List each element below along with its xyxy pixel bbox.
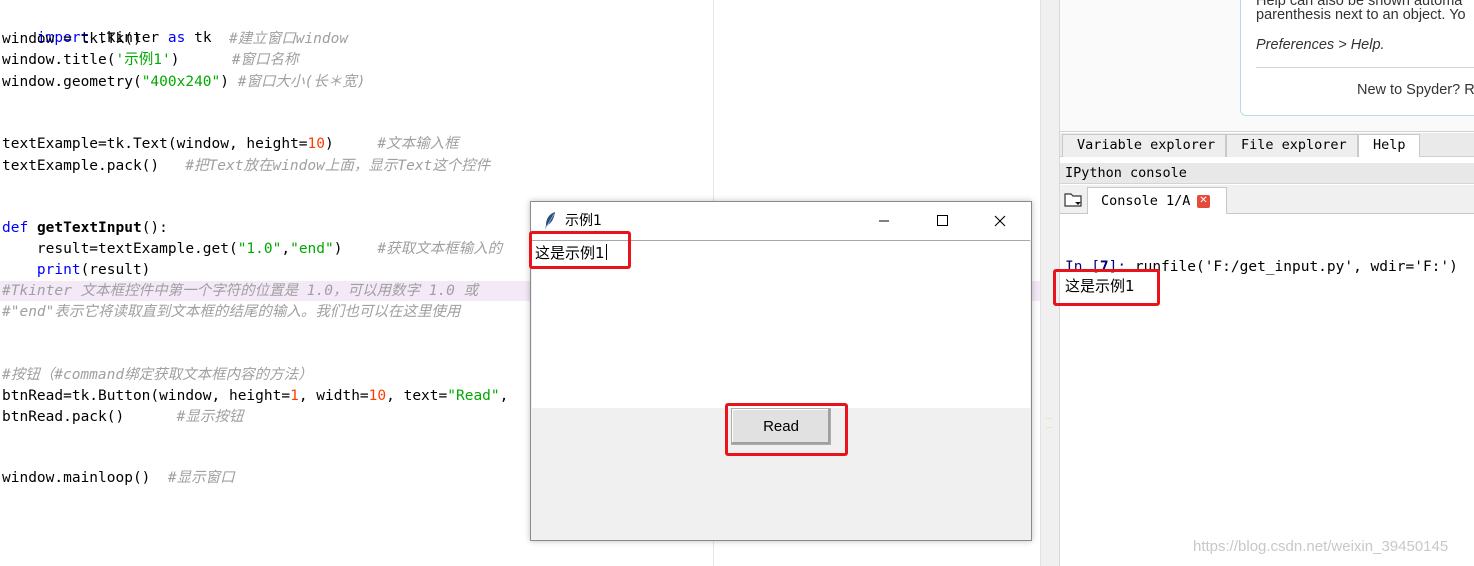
code-line-7: def getTextInput(): (2, 220, 168, 236)
string-literal: "Read" (447, 388, 500, 404)
string-literal: "1.0" (237, 241, 282, 257)
help-text-line-3: Preferences > Help. (1256, 37, 1385, 53)
console-output[interactable]: In [7]: runfile('F:/get_input.py', wdir=… (1060, 215, 1474, 566)
code-comment: #获取文本框输入的 (377, 241, 503, 257)
tab-help[interactable]: Help (1358, 134, 1420, 157)
code-comment: #窗口大小(长＊宽) (237, 74, 366, 90)
code-line-12: #按钮（#command绑定获取文本框内容的方法） (2, 367, 313, 383)
string-literal: '示例1' (115, 52, 171, 68)
tk-window-title: 示例1 (565, 213, 602, 229)
keyword-print: print (36, 262, 81, 278)
code-line-15: window.mainloop() #显示窗口 (2, 470, 235, 486)
console-tab-label: Console 1/A (1101, 193, 1191, 209)
code-comment: #窗口名称 (231, 52, 299, 68)
code-line-1: import tkinter as tk (36, 30, 212, 46)
code-line-2: window = tk.Tk() #建立窗口window (2, 31, 349, 47)
string-literal: "end" (290, 241, 334, 257)
annotation-box-console-output (1053, 269, 1160, 306)
annotation-box-read-button (725, 403, 848, 456)
number-literal: 10 (307, 136, 326, 152)
maximize-button[interactable] (919, 206, 965, 236)
console-command: runfile('F:/get_input.py', wdir='F:') (1134, 259, 1458, 275)
code-comment: #文本输入框 (377, 136, 459, 152)
tab-variable-explorer[interactable]: Variable explorer (1062, 134, 1226, 157)
pane-tab-bar: Variable explorer File explorer Help (1060, 133, 1474, 157)
console-tab[interactable]: Console 1/A ✕ (1087, 187, 1227, 214)
code-comment: #把Text放在window上面，显示Text这个控件 (185, 158, 491, 174)
feather-icon (543, 211, 557, 231)
code-line-11: #"end"表示它将读取直到文本框的结尾的输入。我们也可以在这里使用 (2, 304, 461, 320)
watermark: https://blog.csdn.net/weixin_39450145 (1193, 538, 1449, 555)
code-line-5: textExample=tk.Text(window, height=10) #… (2, 136, 459, 152)
close-button[interactable] (977, 206, 1023, 236)
code-line-14: btnRead.pack() #显示按钮 (2, 409, 244, 425)
help-text-line-2: parenthesis next to an object. Yo (1256, 7, 1466, 23)
code-line-6: textExample.pack() #把Text放在window上面，显示Te… (2, 158, 491, 174)
number-literal: 10 (368, 388, 387, 404)
code-comment: #显示按钮 (176, 409, 244, 425)
help-pane: Help can also be shown automa parenthesi… (1060, 0, 1474, 132)
help-divider (1256, 67, 1474, 68)
close-icon[interactable]: ✕ (1197, 195, 1210, 208)
code-comment: #显示窗口 (167, 470, 235, 486)
code-line-4: window.geometry("400x240") #窗口大小(长＊宽) (2, 74, 366, 90)
number-literal: 1 (290, 388, 299, 404)
keyword-def: def (2, 220, 29, 236)
function-name: getTextInput (36, 220, 142, 236)
code-comment: #建立窗口window (228, 31, 349, 47)
minimize-button[interactable] (861, 206, 907, 236)
string-literal: "400x240" (141, 74, 221, 90)
code-line-8: result=textExample.get("1.0","end") #获取文… (2, 241, 503, 257)
help-intro-card: Help can also be shown automa parenthesi… (1240, 0, 1474, 116)
code-line-9: print(result) (36, 262, 151, 278)
console-pane-title: IPython console (1060, 163, 1474, 184)
help-text-line-4[interactable]: New to Spyder? R (1357, 80, 1474, 100)
code-line-3: window.title('示例1') #窗口名称 (2, 52, 299, 68)
folder-options-icon[interactable] (1064, 191, 1084, 209)
console-tab-bar: Console 1/A ✕ (1060, 185, 1474, 214)
annotation-box-text-input (529, 231, 631, 269)
code-line-13: btnRead=tk.Button(window, height=1, widt… (2, 388, 509, 404)
splitter-grip[interactable] (1046, 418, 1052, 428)
tab-file-explorer[interactable]: File explorer (1226, 134, 1358, 157)
